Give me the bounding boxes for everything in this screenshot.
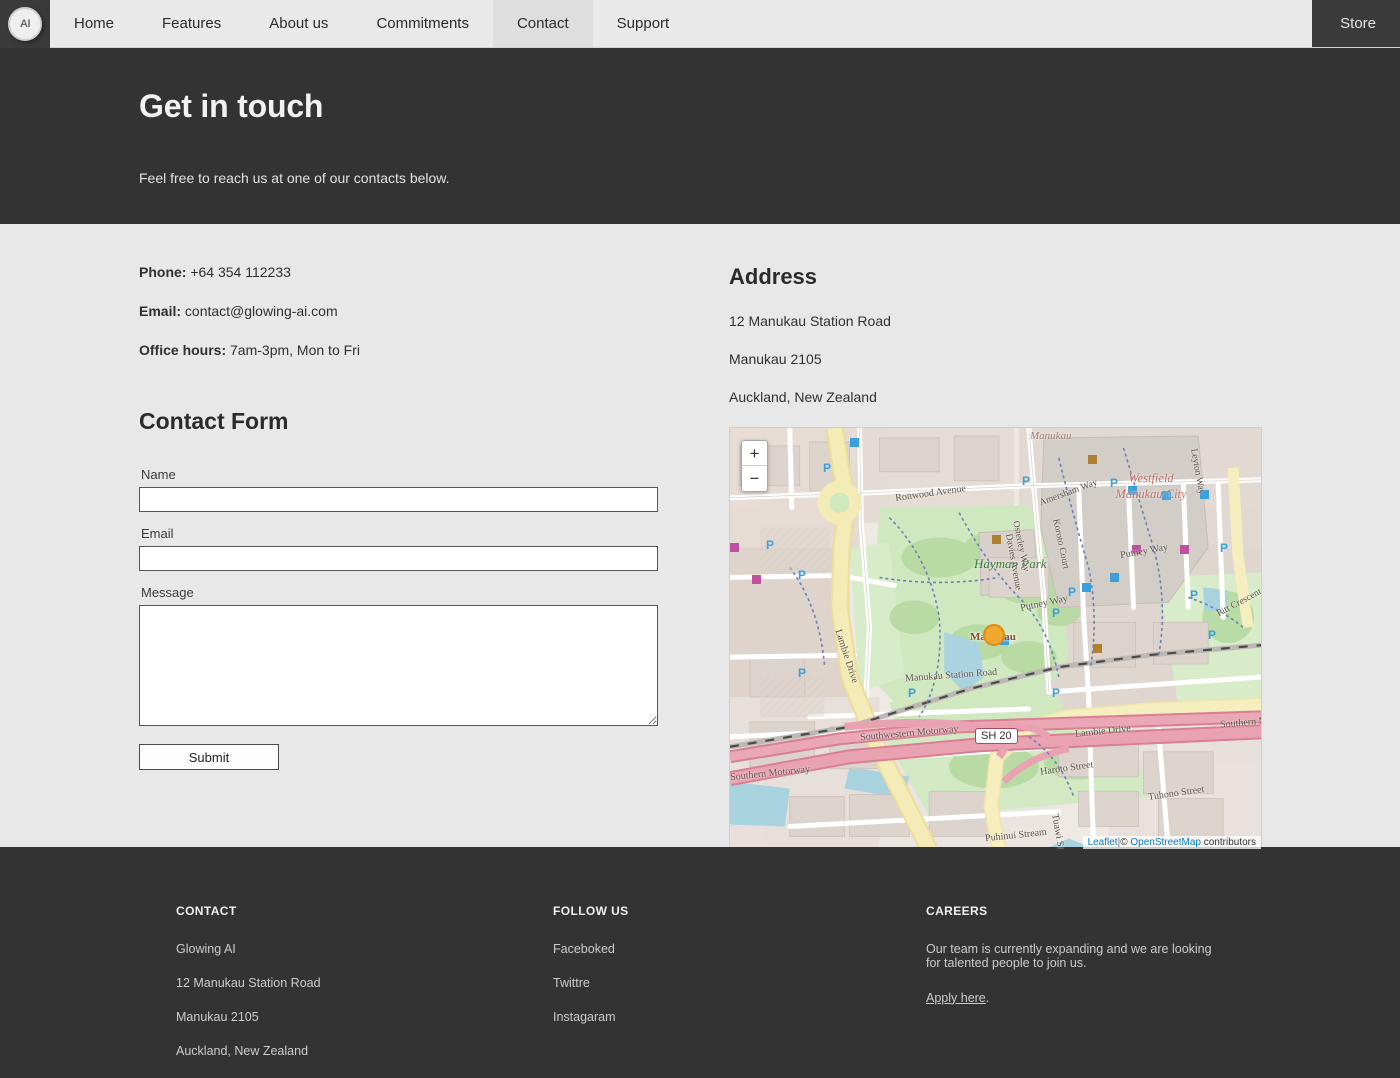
location-map[interactable]: P P P P P P P P P P P P P Hayman Park We…	[729, 427, 1262, 850]
footer-careers-column: CAREERS Our team is currently expanding …	[926, 904, 1226, 1005]
parking-icon: P	[1068, 585, 1077, 599]
highway-shield-sh20: SH 20	[975, 728, 1018, 744]
parking-icon: P	[1110, 476, 1119, 490]
footer-address-line-2: Manukau 2105	[176, 1010, 259, 1024]
email-row: Email: contact@glowing-ai.com	[139, 303, 659, 320]
phone-row: Phone: +64 354 112233	[139, 264, 659, 281]
footer-address-line-3: Auckland, New Zealand	[176, 1044, 309, 1058]
nav-item-commitments[interactable]: Commitments	[352, 0, 493, 47]
office-hours-label: Office hours:	[139, 341, 227, 358]
footer-apply-row: Apply here.	[926, 991, 1226, 1005]
top-navigation-bar: AI Home Features About us Commitments Co…	[0, 0, 1400, 48]
logo[interactable]: AI	[0, 0, 50, 48]
parking-icon: P	[766, 538, 775, 552]
poi-marker-icon	[850, 438, 859, 447]
zoom-in-button[interactable]: +	[742, 441, 767, 466]
email-field-label: Email	[141, 526, 174, 542]
name-field-label: Name	[141, 467, 176, 483]
address-title: Address	[729, 264, 818, 289]
parking-icon: P	[1022, 474, 1031, 488]
message-textarea[interactable]	[139, 605, 658, 727]
office-hours-row: Office hours: 7am-3pm, Mon to Fri	[139, 342, 659, 359]
nav-item-home[interactable]: Home	[50, 0, 138, 47]
nav-item-about-us[interactable]: About us	[245, 0, 352, 47]
shop-icon	[730, 543, 739, 552]
submit-button[interactable]: Submit	[139, 744, 279, 771]
parking-icon: P	[908, 686, 917, 700]
address-line-1: 12 Manukau Station Road	[729, 313, 891, 329]
parking-icon: P	[1190, 588, 1199, 602]
parking-icon: P	[823, 461, 832, 475]
store-section: Store	[1312, 0, 1400, 47]
name-input[interactable]	[139, 487, 658, 513]
library-icon	[992, 535, 1001, 544]
email-input[interactable]	[139, 546, 658, 572]
hero-banner: Get in touch Feel free to reach us at on…	[0, 48, 1400, 224]
openstreetmap-link[interactable]: OpenStreetMap	[1130, 837, 1201, 848]
zoom-out-button[interactable]: −	[742, 466, 767, 491]
office-hours-value: 7am-3pm, Mon to Fri	[230, 341, 360, 358]
footer-link-twitter[interactable]: Twittre	[553, 976, 883, 990]
poi-marker-icon	[1082, 583, 1091, 592]
train-station-icon	[983, 624, 1005, 646]
attribution-copyright: ©	[1120, 837, 1131, 848]
parking-icon: P	[798, 666, 807, 680]
poi-marker-icon	[1110, 573, 1119, 582]
footer-careers-text: Our team is currently expanding and we a…	[926, 942, 1212, 971]
apply-here-link[interactable]: Apply here	[926, 991, 986, 1005]
contact-form: Contact Form Name Email Message Submit	[139, 408, 659, 771]
main-content: Phone: +64 354 112233 Email: contact@glo…	[0, 224, 1400, 850]
logo-text: AI	[20, 18, 31, 30]
phone-value: +64 354 112233	[190, 264, 291, 280]
parking-icon: P	[1208, 628, 1217, 642]
apply-suffix: .	[985, 990, 990, 1005]
shop-icon	[752, 575, 761, 584]
supermarket-icon	[1180, 545, 1189, 554]
email-label: Email:	[139, 302, 182, 319]
footer-contact-column: CONTACT Glowing AI 12 Manukau Station Ro…	[176, 904, 506, 1078]
address-column: Address 12 Manukau Station Road Manukau …	[729, 264, 1262, 850]
parking-icon: P	[798, 568, 807, 582]
phone-label: Phone:	[139, 264, 187, 280]
nav-item-store[interactable]: Store	[1340, 15, 1376, 32]
contact-column: Phone: +64 354 112233 Email: contact@glo…	[139, 264, 659, 771]
poi-marker-icon	[1200, 490, 1209, 499]
supermarket-icon	[1132, 545, 1141, 554]
email-value: contact@glowing-ai.com	[184, 302, 338, 319]
poi-marker-icon	[1128, 486, 1137, 495]
contact-form-title: Contact Form	[139, 408, 289, 435]
courthouse-icon	[1093, 644, 1102, 653]
map-attribution: Leaflet|© OpenStreetMap contributors	[1082, 836, 1261, 849]
page-title: Get in touch	[139, 88, 324, 124]
parking-icon: P	[1220, 541, 1229, 555]
message-field-label: Message	[141, 585, 194, 601]
footer-address-line-1: 12 Manukau Station Road	[176, 976, 321, 990]
map-zoom-control: + −	[741, 440, 768, 492]
footer-follow-heading: FOLLOW US	[553, 904, 629, 918]
nav-item-support[interactable]: Support	[593, 0, 694, 47]
nav-item-features[interactable]: Features	[138, 0, 245, 47]
hero-subtitle: Feel free to reach us at one of our cont…	[139, 170, 450, 186]
address-line-2: Manukau 2105	[729, 351, 822, 367]
parking-icon: P	[1052, 686, 1061, 700]
cinema-icon	[1088, 455, 1097, 464]
nav-links: Home Features About us Commitments Conta…	[50, 0, 1312, 47]
footer-contact-heading: CONTACT	[176, 904, 237, 918]
footer-careers-heading: CAREERS	[926, 904, 988, 918]
circle-ai-logo-icon: AI	[8, 7, 42, 41]
site-footer: CONTACT Glowing AI 12 Manukau Station Ro…	[0, 847, 1400, 1078]
attribution-contributors: contributors	[1200, 837, 1256, 848]
address-line-3: Auckland, New Zealand	[729, 389, 877, 405]
footer-company-name: Glowing AI	[176, 942, 236, 956]
nav-item-contact[interactable]: Contact	[492, 0, 593, 47]
leaflet-link[interactable]: Leaflet	[1088, 837, 1118, 848]
footer-link-facebook[interactable]: Faceboked	[553, 942, 883, 956]
poi-marker-icon	[1162, 491, 1171, 500]
footer-link-instagram[interactable]: Instagaram	[553, 1010, 883, 1024]
footer-follow-column: FOLLOW US Faceboked Twittre Instagaram	[553, 904, 883, 1044]
parking-icon: P	[1052, 606, 1061, 620]
